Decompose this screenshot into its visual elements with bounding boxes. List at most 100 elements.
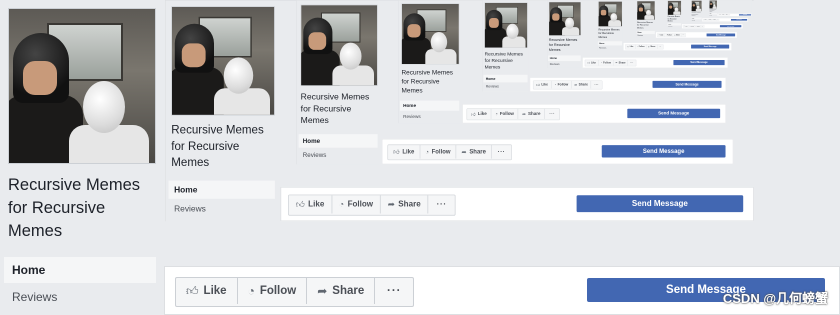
share-arrow-icon: ➦ <box>647 45 650 48</box>
picture-face <box>600 9 607 16</box>
follow-button[interactable]: ◔ Follow <box>238 278 308 304</box>
nav-item-reviews[interactable]: Reviews <box>548 61 581 67</box>
nav-item-home[interactable]: Home <box>4 257 156 283</box>
like-button[interactable]: 👍︎ Like <box>176 278 238 304</box>
send-message-button[interactable]: Send Message <box>576 195 744 213</box>
more-button[interactable]: ··· <box>375 278 413 304</box>
send-message-button[interactable]: Send Message <box>652 80 722 88</box>
follow-label: Follow <box>259 285 297 297</box>
picture-face <box>23 61 57 95</box>
nav-item-reviews[interactable]: Reviews <box>483 83 527 91</box>
nav-item-home[interactable]: Home <box>399 100 460 111</box>
nav-item-home[interactable]: Home <box>548 55 581 62</box>
like-button[interactable]: 👍︎ Like <box>533 80 552 89</box>
send-message-button[interactable]: Send Message <box>601 145 726 158</box>
follow-button[interactable]: ◔ Follow <box>551 80 572 89</box>
page-title[interactable]: Recursive Memes for Recursive Memes <box>485 51 528 71</box>
thumbs-up-icon: 👍︎ <box>295 199 305 210</box>
action-bar: 👍︎ Like ◔ Follow ➦ Share ··· Send Messag… <box>462 104 726 124</box>
like-button[interactable]: 👍︎ Like <box>585 59 599 66</box>
profile-picture[interactable] <box>8 8 156 164</box>
more-button[interactable]: ··· <box>492 145 512 159</box>
more-button[interactable]: ··· <box>545 109 560 119</box>
page-title[interactable]: Recursive Memes for Recursive Memes <box>549 38 581 53</box>
profile-picture[interactable] <box>598 1 623 27</box>
share-button[interactable]: ➦ Share <box>307 278 376 304</box>
nav-item-home[interactable]: Home <box>298 134 378 148</box>
profile-picture[interactable] <box>709 0 718 9</box>
nav-item-reviews[interactable]: Reviews <box>299 148 378 162</box>
like-button[interactable]: 👍︎ Like <box>625 44 636 49</box>
send-message-button[interactable]: Send Message <box>627 108 721 119</box>
more-button[interactable]: ··· <box>628 60 636 66</box>
follow-button[interactable]: ◔ Follow <box>635 44 647 49</box>
picture-white-head <box>223 57 254 94</box>
share-button[interactable]: ➦ Share <box>571 80 592 89</box>
picture-white-head <box>339 42 362 70</box>
page-title[interactable]: Recursive Memes for Recursive Memes <box>598 28 622 39</box>
follow-button[interactable]: ◔ Follow <box>420 145 457 159</box>
nav-item-home[interactable]: Home <box>483 74 528 83</box>
page-title[interactable]: Recursive Memes for Recursive Memes <box>8 174 156 243</box>
left-column: Recursive Memes for Recursive Memes Home… <box>547 0 582 68</box>
page-title[interactable]: Recursive Memes for Recursive Memes <box>637 21 655 29</box>
follow-button[interactable]: ◔ Follow <box>598 59 614 66</box>
more-button[interactable]: ··· <box>428 195 455 213</box>
action-button-group: 👍︎ Like ◔ Follow ➦ Share ··· <box>175 277 415 307</box>
nav-item-reviews[interactable]: Reviews <box>598 46 622 50</box>
profile-picture[interactable] <box>691 0 702 12</box>
nav-item-reviews[interactable]: Reviews <box>4 284 156 310</box>
nav-item-reviews[interactable]: Reviews <box>709 15 717 16</box>
share-button[interactable]: ➦ Share <box>673 33 682 37</box>
page-title[interactable]: Recursive Memes for Recursive Memes <box>171 123 275 171</box>
more-button[interactable]: ··· <box>717 19 720 21</box>
page-title[interactable]: Recursive Memes for Recursive Memes <box>709 9 717 13</box>
share-label: Share <box>578 82 588 87</box>
page-title[interactable]: Recursive Memes for Recursive Memes <box>301 91 378 127</box>
rss-icon: ◔ <box>247 284 255 298</box>
more-button[interactable]: ··· <box>681 33 686 36</box>
follow-button[interactable]: ◔ Follow <box>332 195 381 214</box>
picture-face <box>488 17 499 28</box>
like-button[interactable]: 👍︎ Like <box>388 145 421 159</box>
page-title[interactable]: Recursive Memes for Recursive Memes <box>402 68 460 95</box>
page-title[interactable]: Recursive Memes for Recursive Memes <box>668 16 681 22</box>
more-button[interactable]: ··· <box>728 14 730 16</box>
send-message-button[interactable]: Send Message <box>673 59 725 66</box>
picture-white-head <box>610 13 618 22</box>
profile-picture[interactable] <box>667 0 682 15</box>
more-button[interactable]: ··· <box>591 81 602 89</box>
send-message-button[interactable]: Send Message <box>719 25 742 28</box>
nav-item-home[interactable]: Home <box>168 180 275 199</box>
share-button[interactable]: ➦ Share <box>381 195 429 214</box>
nav-item-reviews[interactable]: Reviews <box>637 34 655 37</box>
profile-picture[interactable] <box>637 1 655 20</box>
profile-picture[interactable] <box>548 1 581 36</box>
thumbs-up-icon: 👍︎ <box>587 61 590 65</box>
share-arrow-icon: ➦ <box>522 111 527 117</box>
share-button[interactable]: ➦ Share <box>613 59 628 66</box>
nav-item-reviews[interactable]: Reviews <box>691 19 701 21</box>
like-button[interactable]: 👍︎ Like <box>289 195 332 214</box>
send-message-button[interactable]: Send Message <box>691 44 730 49</box>
share-button[interactable]: ➦ Share <box>646 44 658 49</box>
profile-picture[interactable] <box>300 4 378 86</box>
like-button[interactable]: 👍︎ Like <box>467 108 492 119</box>
profile-picture[interactable] <box>171 6 275 116</box>
like-button[interactable]: 👍︎ Like <box>657 33 665 37</box>
share-button[interactable]: ➦ Share <box>456 145 492 159</box>
profile-picture[interactable] <box>484 2 528 48</box>
nav-item-reviews[interactable]: Reviews <box>169 200 275 218</box>
send-message-button[interactable]: Send Message <box>738 14 752 16</box>
nav-item-reviews[interactable]: Reviews <box>667 26 681 28</box>
profile-picture[interactable] <box>401 3 460 65</box>
send-message-button[interactable]: Send Message <box>730 18 748 21</box>
follow-button[interactable]: ◔ Follow <box>491 108 519 119</box>
share-button[interactable]: ➦ Share <box>518 108 545 119</box>
send-message-button[interactable]: Send Message <box>706 33 736 37</box>
nav-item-reviews[interactable]: Reviews <box>400 111 459 121</box>
follow-button[interactable]: ◔ Follow <box>665 33 673 37</box>
more-button[interactable]: ··· <box>701 25 704 27</box>
more-button[interactable]: ··· <box>657 45 663 49</box>
page-title[interactable]: Recursive Memes for Recursive Memes <box>692 12 702 17</box>
